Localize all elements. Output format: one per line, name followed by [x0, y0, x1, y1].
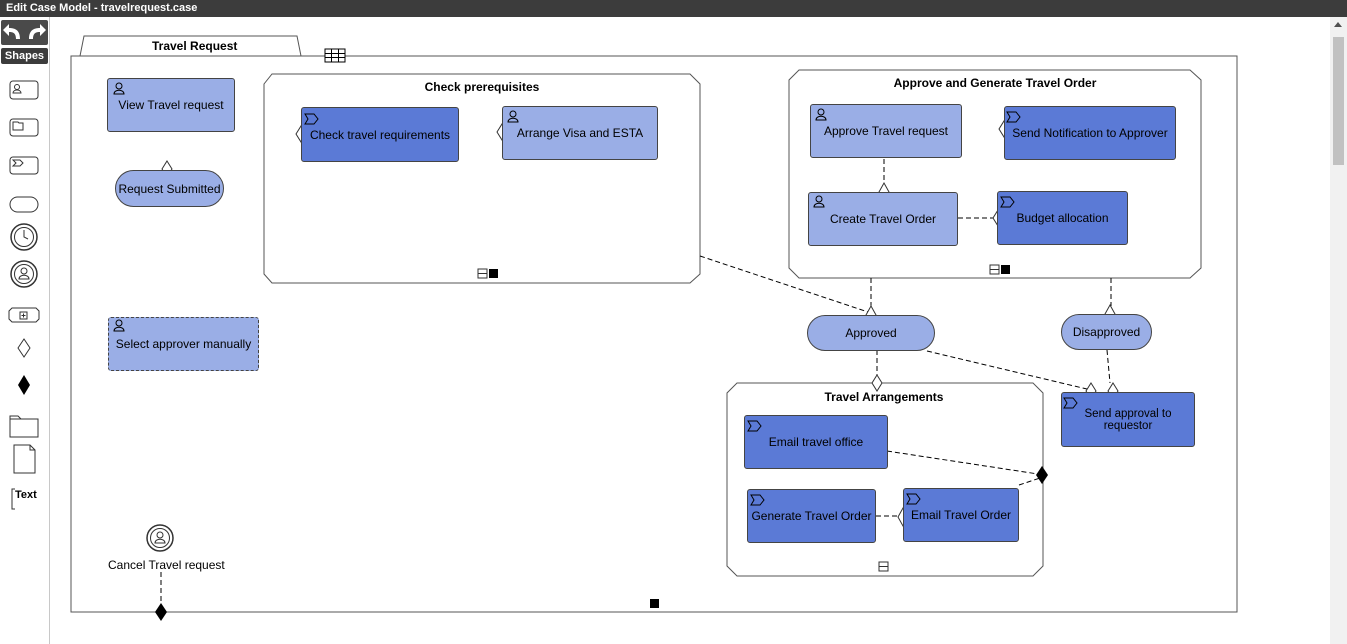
task-send-approval[interactable]: Send approval to requestor	[1061, 392, 1195, 447]
milestone-label: Approved	[845, 326, 897, 340]
task-label: Approve Travel request	[823, 124, 949, 138]
entry-criterion-icon[interactable]	[6, 338, 44, 370]
task-label: Email Travel Order	[910, 508, 1012, 522]
redo-icon[interactable]	[29, 24, 46, 39]
stage-approve-generate[interactable]	[788, 69, 1202, 279]
task-arrange-visa[interactable]: Arrange Visa and ESTA	[502, 106, 658, 160]
milestone-label: Request Submitted	[118, 181, 221, 196]
case-plan-marker	[650, 599, 659, 608]
task-send-notification[interactable]: Send Notification to Approver	[1004, 106, 1176, 160]
stage-title-approve-generate: Approve and Generate Travel Order	[893, 76, 1097, 90]
vertical-scrollbar[interactable]	[1330, 17, 1347, 644]
human-task-icon[interactable]	[6, 76, 44, 108]
task-label: Arrange Visa and ESTA	[516, 126, 644, 140]
user-event-icon[interactable]	[6, 259, 44, 291]
case-plan-properties-icon[interactable]	[324, 48, 346, 63]
task-generate-travel-order[interactable]: Generate Travel Order	[747, 489, 876, 543]
case-task-icon[interactable]	[6, 113, 44, 145]
task-label: Create Travel Order	[829, 212, 937, 226]
task-check-travel-requirements[interactable]: Check travel requirements	[301, 107, 459, 162]
diagram-canvas[interactable]: Travel Request Check prerequisites Appro…	[50, 17, 1330, 644]
cancel-event-label: Cancel Travel request	[108, 558, 225, 572]
task-view-travel-request[interactable]: View Travel request	[107, 78, 235, 132]
task-label: Budget allocation	[1016, 211, 1109, 225]
task-email-travel-order[interactable]: Email Travel Order	[903, 488, 1019, 542]
task-approve-travel-request[interactable]: Approve Travel request	[810, 104, 962, 158]
task-label: Generate Travel Order	[751, 509, 872, 523]
task-label: Send Notification to Approver	[1012, 126, 1168, 140]
task-create-travel-order[interactable]: Create Travel Order	[808, 192, 958, 246]
shapes-palette: Shapes Text	[0, 17, 50, 644]
milestone-label: Disapproved	[1072, 325, 1141, 339]
task-email-travel-office[interactable]: Email travel office	[744, 415, 888, 469]
stage-travel-arrangements[interactable]	[726, 382, 1044, 577]
exit-criterion-icon[interactable]	[6, 374, 44, 406]
task-label: Select approver manually	[115, 337, 252, 351]
case-plan-title: Travel Request	[152, 39, 238, 53]
text-annotation-icon[interactable]: Text	[6, 487, 44, 519]
task-label: Send approval to requestor	[1084, 407, 1172, 432]
milestone-approved[interactable]: Approved	[807, 315, 935, 351]
undo-icon[interactable]	[3, 24, 20, 39]
text-annotation-label: Text	[15, 489, 37, 501]
milestone-request-submitted[interactable]: Request Submitted	[115, 170, 224, 207]
milestone-icon[interactable]	[6, 189, 44, 221]
stage-title-check-prerequisites: Check prerequisites	[424, 80, 540, 94]
task-label: View Travel request	[118, 98, 224, 112]
shapes-header: Shapes	[1, 48, 48, 64]
scroll-up-arrow-icon[interactable]	[1334, 22, 1342, 27]
scroll-thumb[interactable]	[1333, 37, 1344, 165]
cancel-event-icon[interactable]	[146, 524, 174, 552]
task-select-approver[interactable]: Select approver manually	[108, 317, 259, 371]
document-icon[interactable]	[6, 444, 44, 476]
undo-redo-bar	[1, 20, 48, 45]
process-task-icon[interactable]	[6, 151, 44, 183]
stage-collapse-marker[interactable]	[878, 561, 889, 572]
stage-icon[interactable]	[6, 300, 44, 332]
milestone-disapproved[interactable]: Disapproved	[1061, 314, 1152, 350]
stage-title-travel-arrangements: Travel Arrangements	[824, 390, 944, 404]
task-label: Check travel requirements	[309, 127, 451, 142]
task-label: Email travel office	[768, 435, 864, 449]
timer-event-icon[interactable]	[6, 222, 44, 254]
task-budget-allocation[interactable]: Budget allocation	[997, 191, 1128, 245]
case-file-item-icon[interactable]	[6, 410, 44, 442]
window-title: Edit Case Model - travelrequest.case	[0, 0, 1347, 17]
